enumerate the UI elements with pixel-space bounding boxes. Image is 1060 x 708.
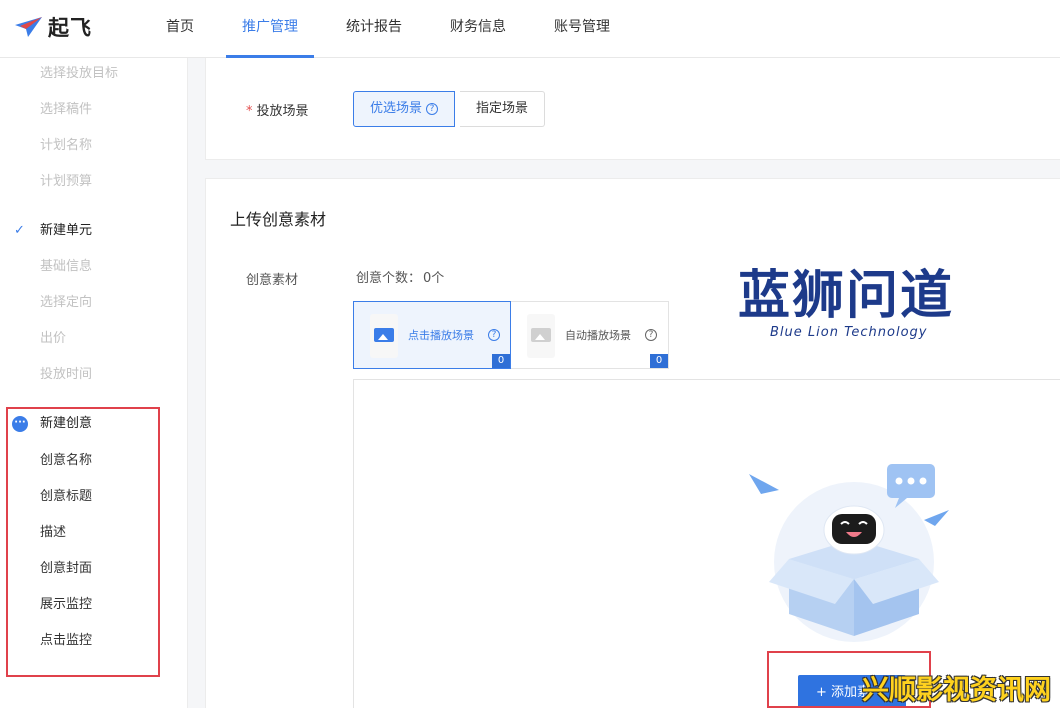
step-select-targeting[interactable]: 选择定向 <box>40 293 92 313</box>
creative-count: 创意个数： 0个 <box>356 271 445 286</box>
step-basic-info[interactable]: 基础信息 <box>40 257 92 277</box>
section-title: 上传创意素材 <box>230 210 327 229</box>
scene-name: 点击播放场景 <box>408 329 474 342</box>
nav-home[interactable]: 首页 <box>150 0 210 58</box>
scene-auto-play[interactable]: 自动播放场景 ? 0 <box>511 301 669 369</box>
image-icon <box>531 328 551 342</box>
count-badge: 0 <box>650 354 668 368</box>
option-preferred-scene[interactable]: 优选场景? <box>353 91 456 127</box>
paper-plane-icon <box>15 17 42 37</box>
placement-card: * 投放场景 优选场景? 指定场景 <box>205 58 1060 160</box>
watermark-subtitle: Blue Lion Technology <box>770 325 928 340</box>
logo-text: 起飞 <box>48 15 92 40</box>
step-select-manuscript[interactable]: 选择稿件 <box>40 100 92 120</box>
nav-promotion-management[interactable]: 推广管理 <box>226 0 314 58</box>
main-nav: 首页 推广管理 统计报告 财务信息 账号管理 <box>150 0 642 58</box>
option-specified-scene[interactable]: 指定场景 <box>460 91 546 127</box>
scene-name: 自动播放场景 <box>565 329 631 342</box>
step-plan-budget[interactable]: 计划预算 <box>40 172 92 192</box>
top-navigation-bar: 起飞 首页 推广管理 统计报告 财务信息 账号管理 <box>0 0 1060 58</box>
empty-box-illustration <box>749 464 949 642</box>
step-new-unit[interactable]: 新建单元 <box>40 221 92 241</box>
step-bid[interactable]: 出价 <box>40 329 66 349</box>
count-badge: 0 <box>492 354 510 368</box>
image-icon <box>374 328 394 342</box>
watermark-title: 蓝狮问道 <box>738 266 955 326</box>
logo[interactable]: 起飞 <box>14 12 92 42</box>
creative-material-label: 创意素材 <box>246 273 299 288</box>
nav-statistics-report[interactable]: 统计报告 <box>330 0 418 58</box>
step-select-target[interactable]: 选择投放目标 <box>40 64 118 84</box>
help-icon[interactable]: ? <box>645 329 657 341</box>
nav-account-management[interactable]: 账号管理 <box>538 0 626 58</box>
step-plan-name[interactable]: 计划名称 <box>40 136 92 156</box>
required-marker: * <box>246 104 253 119</box>
step-delivery-time[interactable]: 投放时间 <box>40 365 92 385</box>
highlight-box-sidebar <box>6 407 160 677</box>
nav-finance-info[interactable]: 财务信息 <box>434 0 522 58</box>
help-icon[interactable]: ? <box>488 329 500 341</box>
help-icon[interactable]: ? <box>426 103 439 115</box>
placement-label: * 投放场景 <box>246 104 309 119</box>
checkmark-icon: ✓ <box>14 223 25 238</box>
watermark-corner: 兴顺影视资讯网 <box>862 675 1051 706</box>
material-drop-area[interactable] <box>353 379 1060 708</box>
scene-click-play[interactable]: 点击播放场景 ? 0 <box>353 301 511 369</box>
